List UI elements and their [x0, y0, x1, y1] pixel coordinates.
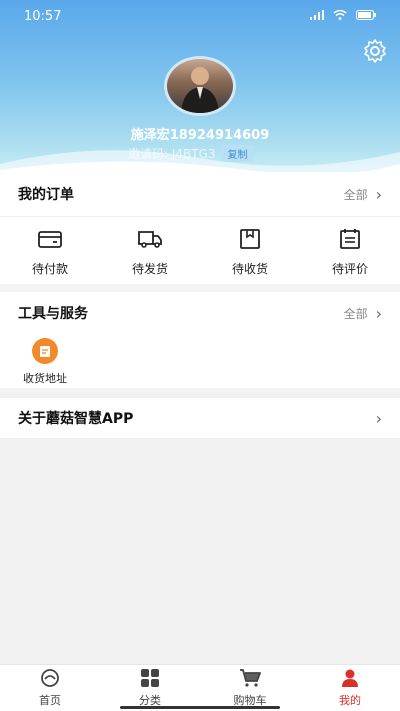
tab-category[interactable]: 分类 — [100, 665, 200, 711]
header-wave — [0, 150, 400, 176]
profile-header: 10:57 施泽宏18924914609 邀请码: J4BTG3 复制 — [0, 0, 400, 176]
orders-title: 我的订单 — [18, 187, 74, 203]
truck-icon — [137, 229, 163, 252]
tab-label: 我的 — [339, 693, 361, 707]
orders-all-label: 全部 — [343, 187, 368, 202]
status-bar: 10:57 — [0, 0, 400, 32]
order-pending-review[interactable]: 待评价 — [300, 229, 400, 277]
order-label: 待收货 — [231, 262, 268, 276]
about-title: 关于蘑菇智慧APP — [18, 411, 134, 427]
tool-label: 收货地址 — [23, 372, 67, 385]
about-row[interactable]: 关于蘑菇智慧APP › — [0, 398, 400, 438]
address-icon — [32, 338, 58, 364]
order-label: 待评价 — [331, 262, 368, 276]
wallet-icon — [37, 229, 63, 252]
tab-label: 首页 — [39, 693, 61, 707]
orders-all-link[interactable]: 全部 › — [344, 185, 382, 204]
order-pending-shipment[interactable]: 待发货 — [100, 229, 200, 277]
order-pending-receipt[interactable]: 待收货 — [200, 229, 300, 277]
tools-title: 工具与服务 — [18, 306, 88, 322]
settings-gear-icon[interactable] — [362, 38, 388, 64]
bottom-tab-bar: 首页 分类 购物车 我的 — [0, 664, 400, 711]
grid-icon — [140, 668, 160, 690]
home-icon — [40, 668, 60, 690]
person-icon — [340, 669, 360, 690]
tab-home[interactable]: 首页 — [0, 665, 100, 711]
tools-all-label: 全部 — [343, 306, 368, 321]
cart-icon — [239, 668, 261, 690]
orders-header[interactable]: 我的订单 全部 › — [0, 172, 400, 216]
orders-card: 我的订单 全部 › 待付款 待发货 待收货 待评价 — [0, 172, 400, 284]
order-label: 待发货 — [131, 262, 168, 276]
tools-card: 工具与服务 全部 › 收货地址 — [0, 292, 400, 388]
tools-header[interactable]: 工具与服务 全部 › — [0, 292, 400, 334]
signal-icon — [310, 9, 324, 23]
battery-icon — [356, 9, 376, 23]
status-icons — [310, 9, 376, 23]
review-icon — [337, 229, 363, 252]
home-indicator — [120, 706, 280, 709]
avatar[interactable] — [164, 56, 236, 116]
order-status-list: 待付款 待发货 待收货 待评价 — [0, 217, 400, 289]
tools-all-link[interactable]: 全部 › — [344, 304, 382, 323]
wifi-icon — [333, 9, 347, 23]
status-time: 10:57 — [24, 8, 62, 24]
tool-address[interactable]: 收货地址 — [0, 334, 90, 386]
order-pending-payment[interactable]: 待付款 — [0, 229, 100, 277]
chevron-right-icon: › — [375, 184, 382, 204]
about-card[interactable]: 关于蘑菇智慧APP › — [0, 398, 400, 438]
tab-cart[interactable]: 购物车 — [200, 665, 300, 711]
tab-mine[interactable]: 我的 — [300, 665, 400, 711]
chevron-right-icon: › — [375, 408, 382, 428]
box-icon — [237, 229, 263, 252]
chevron-right-icon: › — [375, 303, 382, 323]
order-label: 待付款 — [31, 262, 68, 276]
